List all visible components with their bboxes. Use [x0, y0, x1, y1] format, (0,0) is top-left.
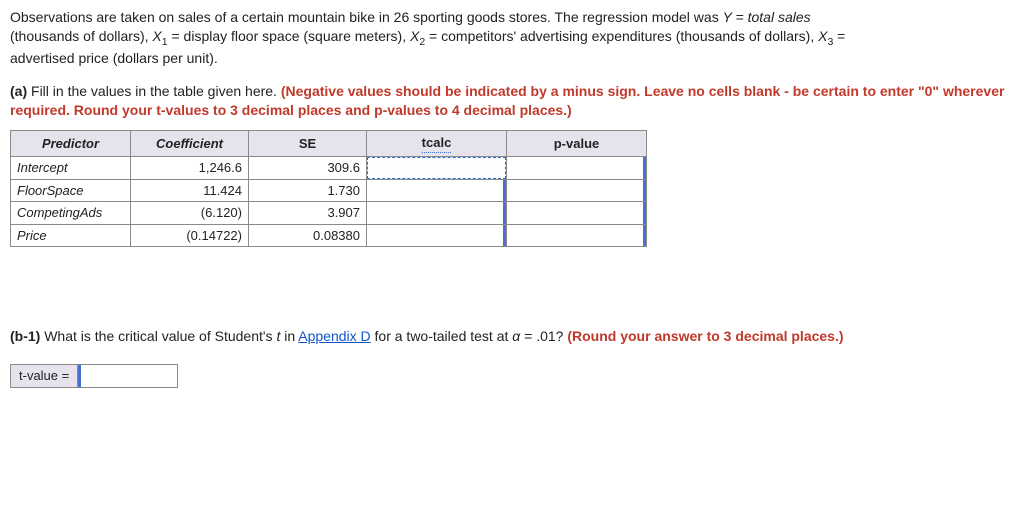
part-a-text: Fill in the values in the table given he…	[27, 83, 281, 99]
table-header-row: Predictor Coefficient SE tcalc p-value	[11, 130, 647, 157]
x2-def: = competitors' advertising expenditures …	[425, 28, 818, 44]
cell-coef: 1,246.6	[131, 157, 249, 180]
part-a-prompt: (a) Fill in the values in the table give…	[10, 82, 1014, 120]
x1: X	[152, 28, 161, 44]
cell-se: 0.08380	[249, 224, 367, 247]
col-pvalue: p-value	[507, 130, 647, 157]
row-label-competingads: CompetingAds	[11, 202, 131, 225]
pvalue-input-price[interactable]	[507, 225, 646, 247]
y-eq: Y = total sales	[723, 9, 811, 25]
alpha-val: = .01?	[520, 328, 567, 344]
table-row: Intercept 1,246.6 309.6	[11, 157, 647, 180]
row-label-intercept: Intercept	[11, 157, 131, 180]
pvalue-input-competingads[interactable]	[507, 202, 646, 224]
table-row: CompetingAds (6.120) 3.907	[11, 202, 647, 225]
tvalue-label: t-value =	[11, 365, 78, 388]
regression-table: Predictor Coefficient SE tcalc p-value I…	[10, 130, 647, 248]
x3-def: =	[833, 28, 845, 44]
row-label-floorspace: FloorSpace	[11, 179, 131, 202]
row-label-price: Price	[11, 224, 131, 247]
table-row: FloorSpace 11.424 1.730	[11, 179, 647, 202]
intro-text-2: (thousands of dollars),	[10, 28, 152, 44]
part-b1-prompt: (b-1) What is the critical value of Stud…	[10, 327, 1014, 346]
tcalc-input-floorspace[interactable]	[367, 180, 506, 202]
x1-def: = display floor space (square meters),	[168, 28, 410, 44]
table-row: Price (0.14722) 0.08380	[11, 224, 647, 247]
cell-se: 1.730	[249, 179, 367, 202]
intro-text-3: advertised price (dollars per unit).	[10, 50, 218, 66]
tcalc-input-competingads[interactable]	[367, 202, 506, 224]
b1-text2: in	[280, 328, 298, 344]
x2: X	[410, 28, 419, 44]
intro-text-1: Observations are taken on sales of a cer…	[10, 9, 723, 25]
tvalue-input[interactable]	[78, 365, 177, 387]
b1-text1: What is the critical value of Student's	[40, 328, 276, 344]
cell-se: 3.907	[249, 202, 367, 225]
cell-coef: (0.14722)	[131, 224, 249, 247]
b1-text3: for a two-tailed test at	[371, 328, 513, 344]
col-coefficient: Coefficient	[131, 130, 249, 157]
cell-coef: 11.424	[131, 179, 249, 202]
col-predictor: Predictor	[11, 130, 131, 157]
cell-coef: (6.120)	[131, 202, 249, 225]
col-se: SE	[249, 130, 367, 157]
tcalc-input-price[interactable]	[367, 225, 506, 247]
cell-se: 309.6	[249, 157, 367, 180]
pvalue-input-intercept[interactable]	[507, 157, 646, 179]
pvalue-input-floorspace[interactable]	[507, 180, 646, 202]
col-tcalc: tcalc	[367, 130, 507, 157]
part-b1-tag: (b-1)	[10, 328, 40, 344]
tcalc-input-intercept[interactable]	[367, 157, 506, 179]
tvalue-table: t-value =	[10, 364, 178, 388]
problem-intro: Observations are taken on sales of a cer…	[10, 8, 1014, 68]
part-a-tag: (a)	[10, 83, 27, 99]
appendix-d-link[interactable]: Appendix D	[298, 328, 370, 344]
b1-instructions: (Round your answer to 3 decimal places.)	[567, 328, 843, 344]
